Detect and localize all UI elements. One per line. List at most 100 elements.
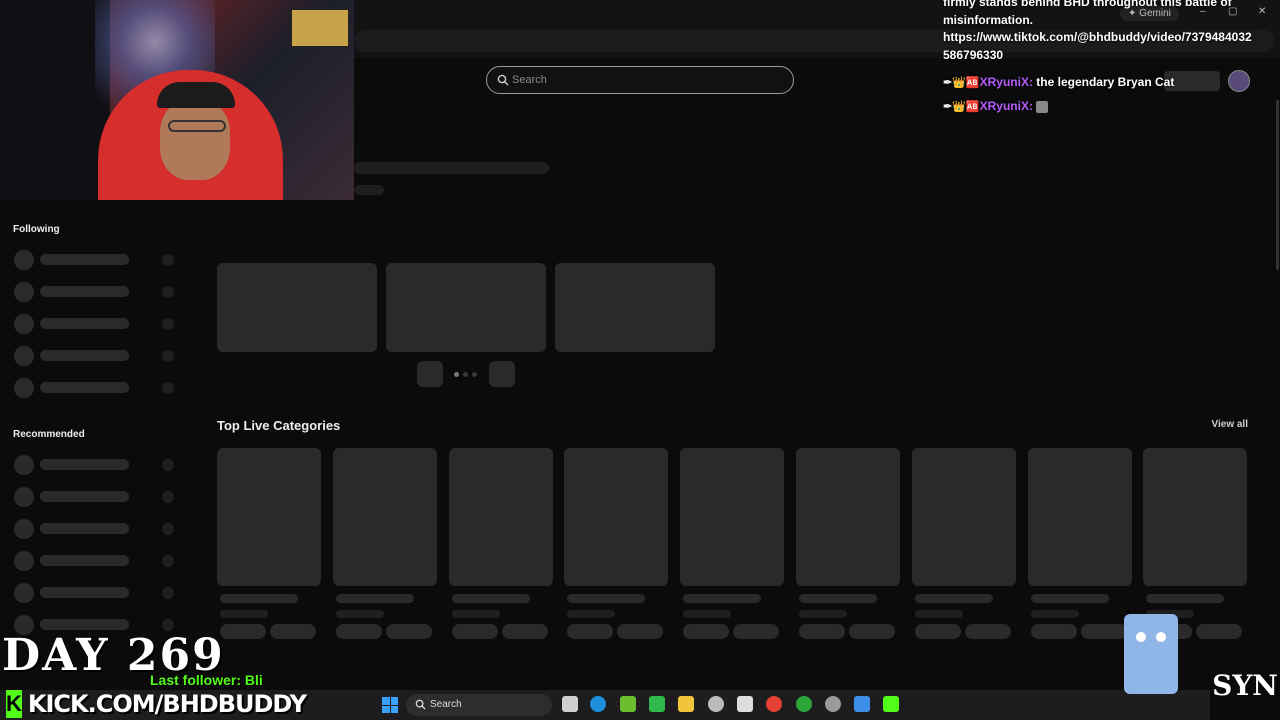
- category-tag-skeleton: [270, 624, 316, 639]
- category-viewers-skeleton: [567, 610, 616, 618]
- chrome-icon[interactable]: [766, 696, 782, 712]
- category-card[interactable]: [796, 448, 900, 586]
- category-title-skeleton: [335, 594, 414, 603]
- category-title-skeleton: [1030, 594, 1109, 603]
- status-dot: [162, 254, 174, 266]
- list-item[interactable]: [40, 587, 129, 598]
- webcam-tv: [290, 8, 350, 48]
- status-dot: [162, 555, 174, 567]
- avatar[interactable]: [14, 519, 34, 539]
- list-item[interactable]: [40, 382, 129, 393]
- following-heading: Following: [13, 224, 60, 235]
- carousel-next-button[interactable]: [489, 361, 515, 387]
- category-tag-skeleton: [733, 624, 780, 639]
- category-tag-skeleton: [617, 624, 664, 639]
- category-card[interactable]: [217, 448, 321, 586]
- store-icon[interactable]: [737, 696, 753, 712]
- skeleton-title: [354, 162, 549, 174]
- status-dot: [162, 350, 174, 362]
- avatar[interactable]: [14, 378, 34, 398]
- category-tag-skeleton: [914, 624, 961, 639]
- avatar[interactable]: [14, 583, 34, 603]
- category-card[interactable]: [332, 448, 437, 586]
- avatar[interactable]: [14, 314, 34, 334]
- avatar[interactable]: [14, 455, 34, 475]
- category-tag-skeleton: [1030, 624, 1077, 639]
- category-title-skeleton: [220, 594, 298, 603]
- last-follower: Last follower: Bli: [150, 672, 263, 688]
- search-icon: [415, 699, 426, 710]
- chat-message: ✒👑🆎XRyuniX:: [943, 98, 1049, 115]
- kick-logo-icon: K: [6, 690, 22, 718]
- status-dot: [162, 587, 174, 599]
- status-dot: [162, 286, 174, 298]
- recommended-heading: Recommended: [13, 429, 85, 440]
- status-dot: [162, 382, 174, 394]
- category-tag-skeleton: [964, 624, 1011, 639]
- carousel-prev-button[interactable]: [417, 361, 443, 387]
- edge-icon[interactable]: [590, 696, 606, 712]
- list-item[interactable]: [40, 619, 129, 630]
- search-icon: [497, 74, 509, 86]
- xbox-icon[interactable]: [796, 696, 812, 712]
- category-card[interactable]: [680, 448, 785, 586]
- list-item[interactable]: [40, 523, 129, 534]
- towelie-mascot: [1112, 606, 1190, 716]
- taskbar-search[interactable]: Search: [406, 694, 552, 716]
- category-card[interactable]: [1027, 448, 1132, 586]
- category-tag-skeleton: [799, 624, 845, 639]
- app-icon[interactable]: [854, 696, 870, 712]
- avatar[interactable]: [14, 551, 34, 571]
- category-tag-skeleton: [385, 624, 432, 639]
- emote-icon: [1036, 100, 1049, 113]
- list-item[interactable]: [40, 555, 129, 566]
- avatar[interactable]: [14, 282, 34, 302]
- avatar: [1228, 70, 1250, 92]
- status-dot: [162, 491, 174, 503]
- channel-logo: SYN: [1210, 650, 1280, 720]
- avatar[interactable]: [14, 487, 34, 507]
- category-title-skeleton: [451, 594, 530, 603]
- file-explorer-icon[interactable]: [678, 696, 694, 712]
- chat-badges: ✒👑🆎: [943, 76, 980, 89]
- list-item[interactable]: [40, 286, 129, 297]
- category-tag-skeleton: [1196, 624, 1243, 639]
- featured-card[interactable]: [386, 263, 546, 352]
- category-title-skeleton: [683, 594, 762, 603]
- kick-app-icon[interactable]: [883, 696, 899, 712]
- view-all-link[interactable]: View all: [1211, 419, 1248, 430]
- steam-icon[interactable]: [708, 696, 724, 712]
- list-item[interactable]: [40, 350, 129, 361]
- category-tag-skeleton: [849, 624, 895, 639]
- list-item[interactable]: [40, 459, 129, 470]
- avatar[interactable]: [14, 346, 34, 366]
- chat-overlay: firmly stands behind BHD throughout this…: [943, 0, 1278, 64]
- scrollbar[interactable]: [1276, 100, 1279, 270]
- chat-badges: ✒👑🆎: [943, 100, 980, 113]
- settings-icon[interactable]: [825, 696, 841, 712]
- category-card[interactable]: [911, 448, 1016, 586]
- taskbar-search-label: Search: [430, 699, 462, 710]
- category-title-skeleton: [567, 594, 646, 603]
- webcam-backdrop: [0, 0, 110, 200]
- featured-card[interactable]: [217, 263, 377, 352]
- chat-username: XRyuniX:: [979, 75, 1033, 89]
- task-view-icon[interactable]: [562, 696, 578, 712]
- category-card[interactable]: [448, 448, 553, 586]
- start-icon[interactable]: [382, 697, 398, 713]
- category-card[interactable]: [564, 448, 669, 586]
- list-item[interactable]: [40, 491, 129, 502]
- nvidia-icon[interactable]: [620, 696, 636, 712]
- list-item[interactable]: [40, 318, 129, 329]
- mascot-eye: [1156, 632, 1166, 642]
- category-viewers-skeleton: [1030, 610, 1079, 618]
- category-title-skeleton: [799, 594, 877, 603]
- featured-card[interactable]: [555, 263, 715, 352]
- search-input[interactable]: Search: [486, 66, 794, 94]
- spreadsheet-icon[interactable]: [649, 696, 665, 712]
- avatar[interactable]: [14, 250, 34, 270]
- chat-line: https://www.tiktok.com/@bhdbuddy/video/7…: [943, 30, 1252, 44]
- list-item[interactable]: [40, 254, 129, 265]
- category-tag-skeleton: [451, 624, 498, 639]
- category-card[interactable]: [1143, 448, 1248, 586]
